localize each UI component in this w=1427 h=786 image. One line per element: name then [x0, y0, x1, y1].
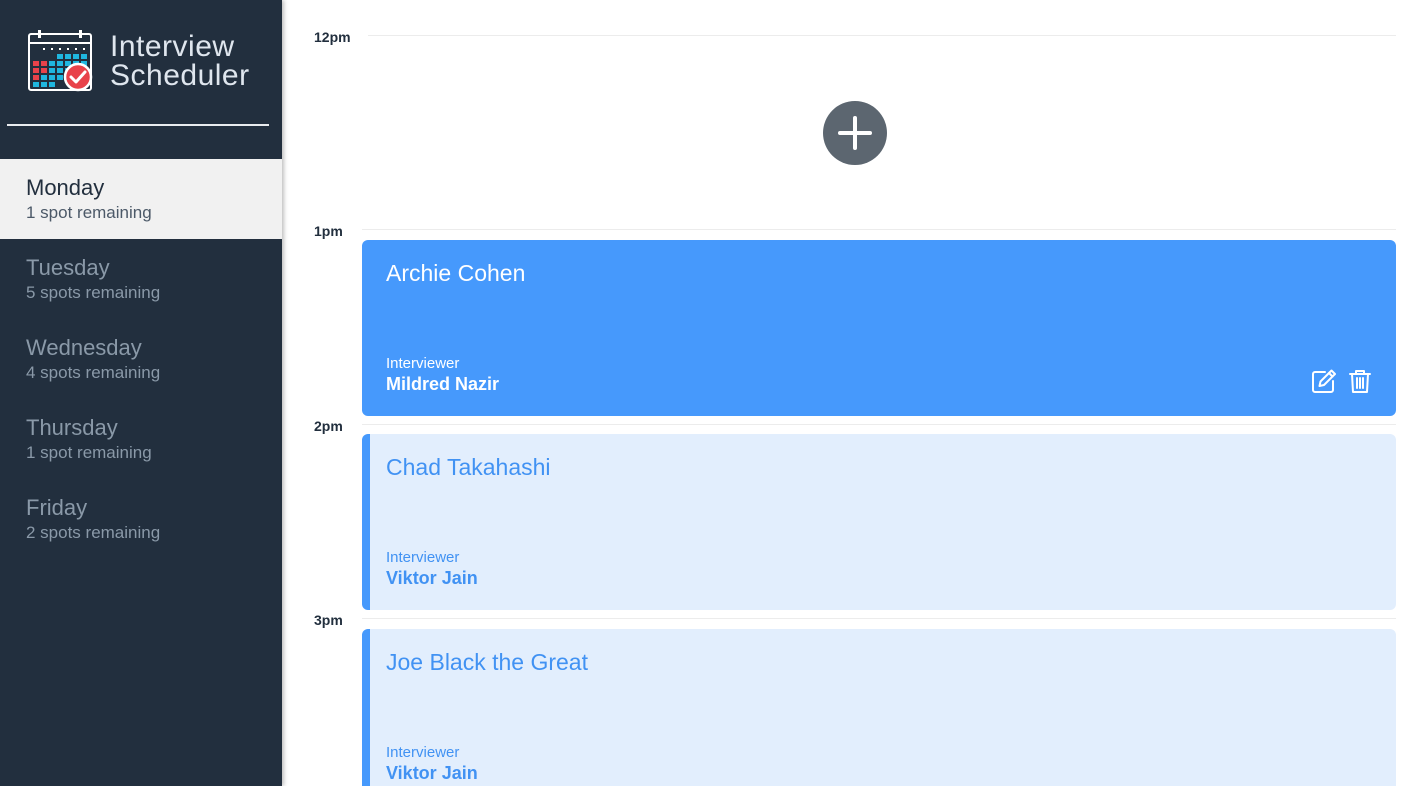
student-name: Joe Black the Great	[386, 649, 588, 675]
hour-label-12pm: 12pm	[314, 29, 351, 45]
interviewer-name: Mildred Nazir	[386, 374, 500, 394]
app: Interview Scheduler Monday 1 spot remain…	[0, 0, 1427, 786]
interviewer-label: Interviewer	[386, 549, 460, 566]
hour-divider	[368, 35, 1396, 36]
appointment-actions	[1310, 367, 1374, 395]
day-item-thursday[interactable]: Thursday 1 spot remaining	[0, 399, 282, 479]
day-spots: 1 spot remaining	[26, 203, 152, 222]
appointment-card[interactable]: Chad Takahashi Interviewer Viktor Jain	[362, 434, 1396, 610]
schedule: 12pm 1pm Archie Cohen Interviewer Mildre…	[282, 0, 1427, 786]
calendar-check-icon	[28, 30, 93, 92]
student-name: Chad Takahashi	[386, 454, 551, 480]
appointment-card[interactable]: Archie Cohen Interviewer Mildred Nazir	[362, 240, 1396, 416]
day-item-wednesday[interactable]: Wednesday 4 spots remaining	[0, 319, 282, 399]
day-list: Monday 1 spot remaining Tuesday 5 spots …	[0, 159, 282, 559]
hour-label-1pm: 1pm	[314, 223, 343, 239]
interviewer-name: Viktor Jain	[386, 763, 478, 783]
app-title: Interview Scheduler	[110, 32, 250, 92]
day-item-friday[interactable]: Friday 2 spots remaining	[0, 479, 282, 559]
sidebar-divider	[7, 124, 269, 126]
brand: Interview Scheduler	[28, 30, 250, 92]
add-appointment-button[interactable]	[823, 101, 887, 165]
day-item-monday[interactable]: Monday 1 spot remaining	[0, 159, 282, 239]
day-name: Thursday	[26, 415, 118, 440]
student-name: Archie Cohen	[386, 260, 526, 286]
hour-divider	[362, 424, 1396, 425]
day-name: Wednesday	[26, 335, 142, 360]
day-name: Tuesday	[26, 255, 110, 280]
app-title-line2: Scheduler	[110, 59, 250, 92]
day-name: Friday	[26, 495, 88, 520]
hour-label-3pm: 3pm	[314, 612, 343, 628]
day-spots: 4 spots remaining	[26, 363, 161, 382]
trash-icon[interactable]	[1346, 367, 1374, 395]
hour-divider	[362, 229, 1396, 230]
interviewer-label: Interviewer	[386, 355, 460, 372]
edit-icon[interactable]	[1310, 367, 1338, 395]
interviewer-label: Interviewer	[386, 744, 460, 761]
sidebar: Interview Scheduler Monday 1 spot remain…	[0, 0, 282, 786]
interviewer-info: Interviewer Viktor Jain	[386, 744, 478, 784]
hour-label-2pm: 2pm	[314, 418, 343, 434]
hour-divider	[362, 618, 1396, 619]
appointment-card[interactable]: Joe Black the Great Interviewer Viktor J…	[362, 629, 1396, 786]
interviewer-info: Interviewer Viktor Jain	[386, 549, 478, 589]
day-spots: 2 spots remaining	[26, 523, 161, 542]
day-name: Monday	[26, 175, 105, 200]
day-spots: 5 spots remaining	[26, 283, 161, 302]
interviewer-name: Viktor Jain	[386, 568, 478, 588]
day-spots: 1 spot remaining	[26, 443, 152, 462]
interviewer-info: Interviewer Mildred Nazir	[386, 355, 499, 395]
day-item-tuesday[interactable]: Tuesday 5 spots remaining	[0, 239, 282, 319]
